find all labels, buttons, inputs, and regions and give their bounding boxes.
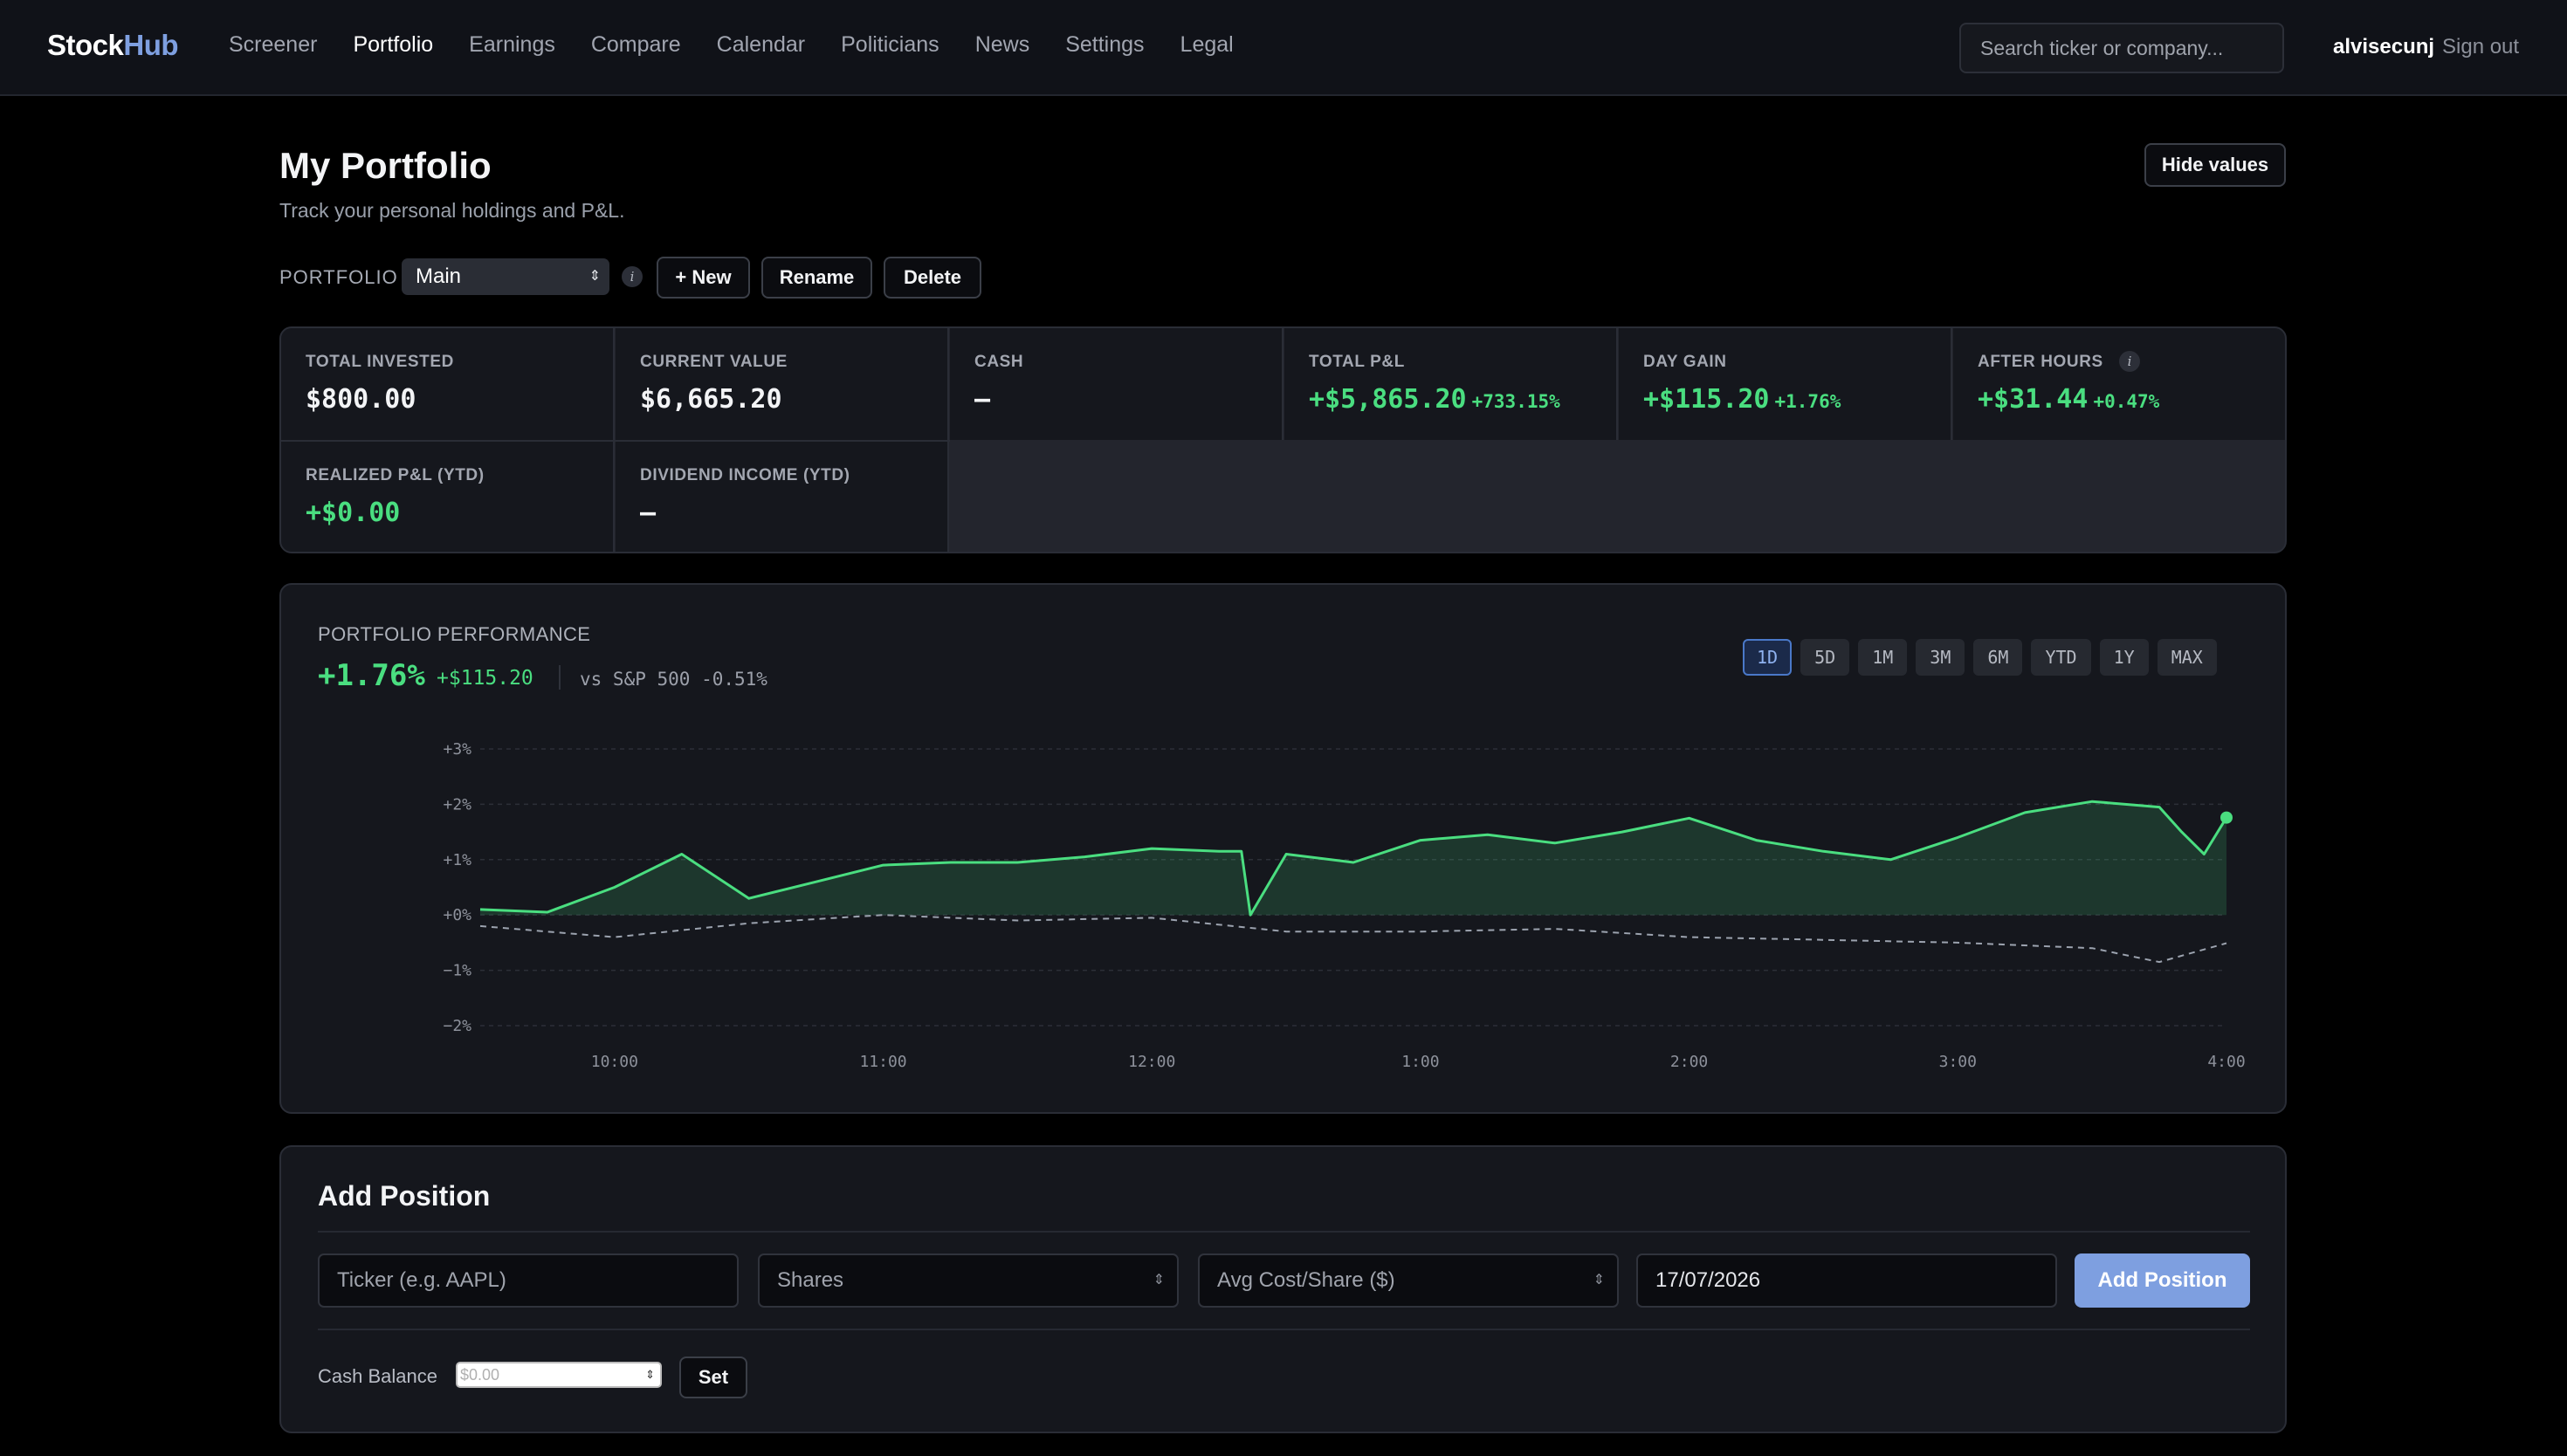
cash-balance-placeholder: $0.00	[460, 1366, 500, 1384]
x-tick-label: 3:00	[1939, 1053, 1977, 1071]
add-position-card: Add Position Ticker (e.g. AAPL) Shares ⇕…	[279, 1145, 2287, 1433]
stat-total-invested: TOTAL INVESTED $800.00	[281, 328, 615, 440]
stat-label: AFTER HOURS	[1978, 353, 2103, 371]
new-portfolio-button[interactable]: + New	[657, 257, 750, 299]
nav-link-portfolio[interactable]: Portfolio	[353, 32, 433, 58]
cash-balance-input[interactable]: $0.00 ⇕	[456, 1362, 662, 1388]
stat-realized-pl: REALIZED P&L (YTD) +$0.00	[281, 442, 615, 552]
stat-cash: CASH —	[950, 328, 1284, 440]
x-tick-label: 1:00	[1401, 1053, 1439, 1071]
delete-portfolio-button[interactable]: Delete	[884, 257, 981, 299]
y-tick-label: +2%	[443, 795, 471, 814]
portfolio-label: PORTFOLIO	[279, 266, 398, 288]
stat-total-pl: TOTAL P&L +$5,865.20 +733.15%	[1284, 328, 1618, 440]
stat-value: +$115.20 +1.76%	[1643, 384, 1841, 415]
portfolio-area	[480, 801, 2226, 916]
nav-link-screener[interactable]: Screener	[229, 32, 317, 58]
stat-value: +$5,865.20 +733.15%	[1309, 384, 1560, 415]
portfolio-select[interactable]: Main ⇕	[402, 258, 609, 295]
stats-divider	[281, 440, 950, 442]
portfolio-last-point	[2220, 811, 2233, 824]
stat-label: REALIZED P&L (YTD)	[306, 466, 485, 484]
nav-link-legal[interactable]: Legal	[1180, 32, 1234, 58]
add-position-button[interactable]: Add Position	[2075, 1253, 2250, 1308]
avg-cost-placeholder: Avg Cost/Share ($)	[1217, 1268, 1395, 1292]
performance-chart: +3% +2% +1% +0% −1% −2% 10:00 11:00 12:00 1:00 2:0…	[443, 740, 2245, 1071]
avg-cost-input[interactable]: Avg Cost/Share ($) ⇕	[1198, 1253, 1619, 1308]
stat-label: DIVIDEND INCOME (YTD)	[640, 466, 850, 484]
y-tick-label: −2%	[443, 1017, 471, 1035]
stat-label: TOTAL P&L	[1309, 353, 1405, 371]
info-icon[interactable]: i	[2119, 351, 2140, 372]
shares-placeholder: Shares	[777, 1268, 844, 1292]
stepper-icon[interactable]: ⇕	[645, 1363, 655, 1386]
stat-value: $6,665.20	[640, 384, 782, 415]
stat-percent: +1.76%	[1774, 391, 1841, 412]
nav-link-earnings[interactable]: Earnings	[469, 32, 555, 58]
stat-label: DAY GAIN	[1643, 353, 1727, 371]
sign-out-link[interactable]: Sign out	[2442, 35, 2519, 59]
nav-link-politicians[interactable]: Politicians	[841, 32, 939, 58]
nav-link-news[interactable]: News	[975, 32, 1030, 58]
portfolio-select-value: Main	[416, 264, 462, 288]
stepper-icon[interactable]: ⇕	[1153, 1255, 1165, 1306]
top-nav: StockHub Screener Portfolio Earnings Com…	[0, 0, 2567, 96]
search-input[interactable]	[1959, 23, 2284, 73]
username: alvisecunj	[2333, 35, 2435, 58]
stat-amount: +$115.20	[1643, 384, 1770, 415]
nav-link-settings[interactable]: Settings	[1065, 32, 1144, 58]
stat-amount: +$31.44	[1978, 384, 2089, 415]
stats-grid: TOTAL INVESTED $800.00 CURRENT VALUE $6,…	[279, 326, 2287, 553]
divider	[318, 1329, 2250, 1330]
add-position-title: Add Position	[318, 1180, 491, 1212]
y-tick-label: +3%	[443, 740, 471, 759]
nav-link-calendar[interactable]: Calendar	[717, 32, 805, 58]
benchmark-line	[479, 914, 2227, 964]
stat-value: —	[974, 384, 991, 415]
ticker-input[interactable]: Ticker (e.g. AAPL)	[318, 1253, 739, 1308]
shares-input[interactable]: Shares ⇕	[758, 1253, 1179, 1308]
y-tick-label: −1%	[443, 962, 471, 980]
stat-value: +$0.00	[306, 498, 401, 528]
performance-card: PORTFOLIO PERFORMANCE +1.76% +$115.20 vs…	[279, 583, 2287, 1114]
logo[interactable]: StockHub	[47, 29, 179, 62]
stat-percent: +733.15%	[1471, 391, 1560, 412]
y-tick-label: +1%	[443, 851, 471, 869]
set-cash-button[interactable]: Set	[679, 1356, 747, 1398]
divider	[318, 1231, 2250, 1233]
x-tick-label: 4:00	[2207, 1053, 2245, 1071]
stat-value: —	[640, 498, 657, 528]
y-tick-label: +0%	[443, 906, 471, 924]
stat-value: +$31.44 +0.47%	[1978, 384, 2159, 415]
logo-text-stock: Stock	[47, 29, 124, 61]
stepper-icon[interactable]: ⇕	[1593, 1255, 1605, 1306]
date-input[interactable]: 17/07/2026	[1636, 1253, 2057, 1308]
stat-current-value: CURRENT VALUE $6,665.20	[616, 328, 949, 440]
stat-label: CURRENT VALUE	[640, 353, 788, 371]
nav-link-compare[interactable]: Compare	[591, 32, 681, 58]
x-tick-label: 2:00	[1670, 1053, 1708, 1071]
stat-amount: +$5,865.20	[1309, 384, 1467, 415]
info-icon[interactable]: i	[622, 266, 643, 287]
rename-portfolio-button[interactable]: Rename	[761, 257, 872, 299]
hide-values-button[interactable]: Hide values	[2144, 143, 2286, 187]
stat-dividend-income: DIVIDEND INCOME (YTD) —	[616, 442, 949, 552]
cash-balance-label: Cash Balance	[318, 1365, 437, 1387]
page-title: My Portfolio	[279, 145, 492, 186]
x-tick-label: 12:00	[1128, 1053, 1175, 1071]
nav-links: Screener Portfolio Earnings Compare Cale…	[229, 32, 1234, 58]
x-tick-label: 10:00	[591, 1053, 638, 1071]
page-subtitle: Track your personal holdings and P&L.	[279, 199, 625, 222]
stat-after-hours: AFTER HOURS i +$31.44 +0.47%	[1953, 328, 2285, 440]
stat-day-gain: DAY GAIN +$115.20 +1.76%	[1619, 328, 1952, 440]
logo-text-hub: Hub	[123, 29, 179, 61]
stat-percent: +0.47%	[2093, 391, 2160, 412]
x-tick-label: 11:00	[859, 1053, 906, 1071]
stat-value: $800.00	[306, 384, 416, 415]
stat-label: CASH	[974, 353, 1024, 371]
select-arrows-icon: ⇕	[588, 269, 601, 284]
stat-label: TOTAL INVESTED	[306, 353, 454, 371]
